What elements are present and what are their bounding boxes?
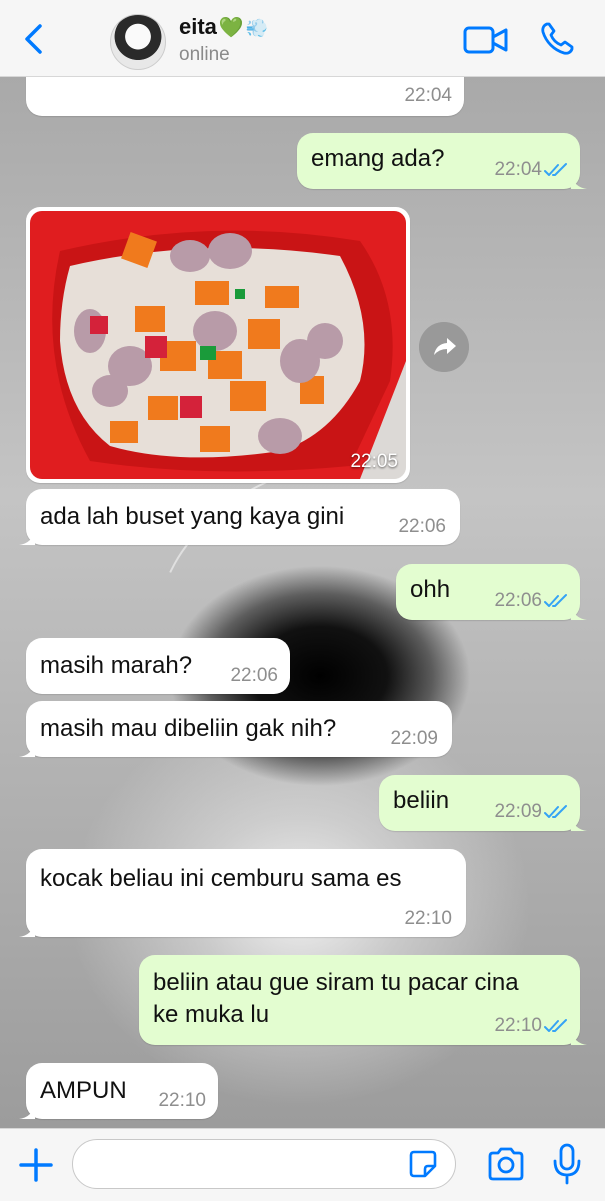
message-text: masih marah? (40, 652, 193, 679)
message-photo[interactable]: 22:05 (26, 207, 410, 483)
message-time: 22:06 (398, 516, 446, 537)
bubble-tail (19, 921, 35, 937)
dash-emoji: 💨 (245, 18, 269, 38)
message-incoming[interactable]: kocak beliau ini cemburu sama es 22:10 (19, 849, 466, 937)
chat-header: eita 💚 💨 online (0, 0, 605, 77)
bubble-tail (19, 741, 35, 757)
message-outgoing[interactable]: beliin atau gue siram tu pacar cina ke m… (139, 955, 587, 1045)
message-time: 22:09 (390, 728, 438, 749)
message-text-line-1: beliin atau gue siram tu pacar cina (153, 969, 519, 996)
bubble-tail (19, 529, 35, 545)
message-time: 22:09 (494, 801, 542, 822)
contact-name-text: eita (179, 14, 217, 39)
message-outgoing[interactable]: emang ada? 22:04 (297, 133, 587, 189)
message-outgoing[interactable]: beliin 22:09 (379, 775, 587, 831)
double-check-icon (544, 163, 567, 176)
double-check-icon (544, 1019, 567, 1032)
green-heart-emoji: 💚 (218, 17, 244, 39)
bubble-tail (571, 173, 587, 189)
message-outgoing[interactable]: ohh 22:06 (396, 564, 587, 620)
message-time: 22:04 (404, 85, 452, 106)
message-time: 22:10 (404, 908, 452, 929)
bubble-tail (571, 815, 587, 831)
message-time: 22:06 (230, 665, 278, 686)
contact-name[interactable]: eita 💚 💨 (179, 14, 268, 40)
message-input[interactable] (72, 1139, 456, 1189)
message-text: emang ada? (311, 145, 445, 172)
phone-icon[interactable] (538, 20, 576, 58)
double-check-icon (544, 805, 567, 818)
bubble-tail (571, 1029, 587, 1045)
bubble-tail (571, 604, 587, 620)
avatar[interactable] (110, 14, 166, 70)
bubble-tail (19, 1103, 35, 1119)
composer-bar (0, 1128, 605, 1201)
message-text: ohh (410, 576, 451, 603)
message-incoming[interactable]: masih mau dibeliin gak nih? 22:09 (19, 701, 452, 757)
message-text: ada lah buset yang kaya gini (40, 503, 345, 530)
forward-arrow-icon[interactable] (419, 322, 469, 372)
message-incoming[interactable]: ada lah buset yang kaya gini 22:06 (19, 489, 460, 545)
contact-status: online (179, 44, 230, 65)
camera-icon[interactable] (486, 1146, 526, 1182)
message-incoming[interactable]: AMPUN 22:10 (19, 1063, 218, 1119)
message-time: 22:05 (350, 451, 398, 472)
sticker-icon[interactable] (408, 1149, 438, 1179)
message-time: 22:06 (494, 590, 542, 611)
message-text-line-2: ke muka lu (153, 1001, 270, 1028)
food-photo[interactable] (30, 211, 406, 479)
message-time: 22:10 (494, 1015, 542, 1036)
message-time: 22:10 (158, 1090, 206, 1111)
message-text: masih mau dibeliin gak nih? (40, 715, 337, 742)
message-text: beliin (393, 787, 450, 814)
double-check-icon (544, 594, 567, 607)
message-text: AMPUN (40, 1077, 127, 1104)
message-text: kocak beliau ini cemburu sama es (40, 865, 402, 892)
chevron-left-icon[interactable] (18, 22, 52, 56)
plus-icon[interactable] (18, 1147, 54, 1183)
message-incoming[interactable]: masih marah? 22:06 (26, 638, 290, 694)
microphone-icon[interactable] (552, 1143, 582, 1185)
message-time: 22:04 (494, 159, 542, 180)
video-camera-icon[interactable] (462, 22, 510, 58)
